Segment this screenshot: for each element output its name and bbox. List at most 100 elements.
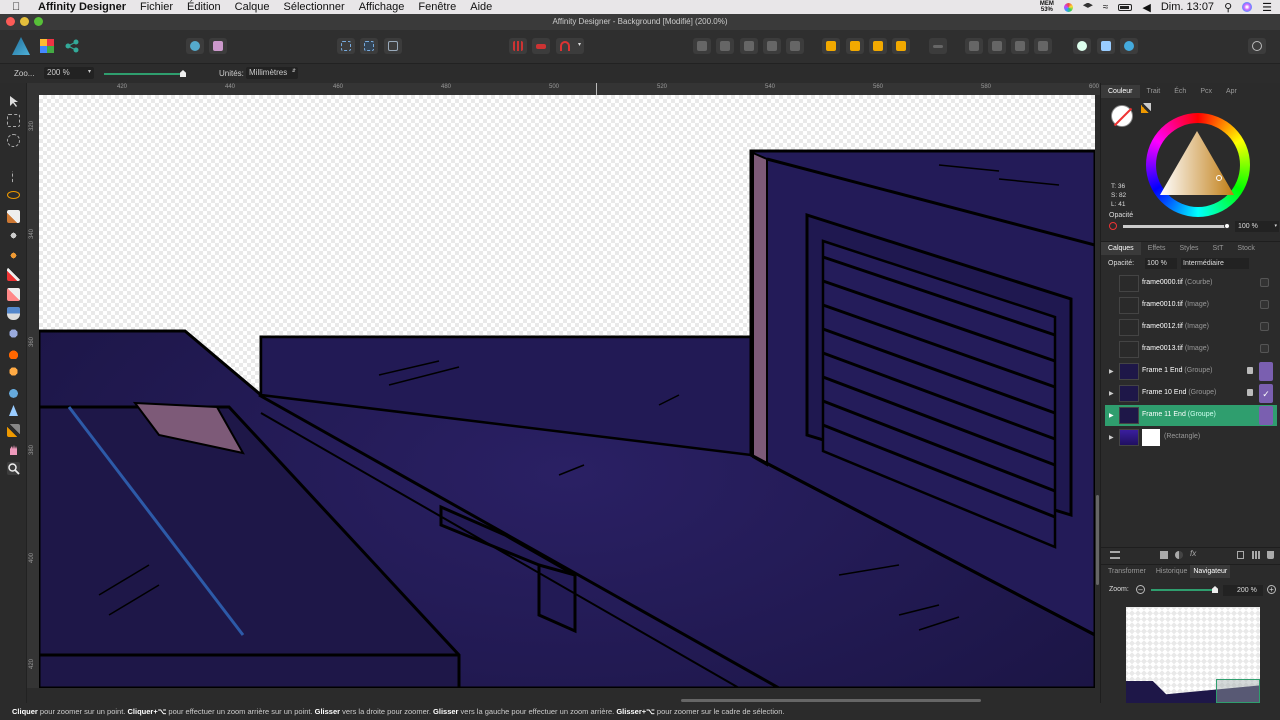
expand-arrow-icon[interactable]: ▶ xyxy=(1109,390,1114,397)
wifi-icon[interactable]: ≈ xyxy=(1103,2,1109,13)
align-right-icon[interactable] xyxy=(869,38,887,54)
battery-icon[interactable] xyxy=(1118,3,1133,11)
boolean-add-icon[interactable] xyxy=(1073,38,1091,54)
fx-icon[interactable]: fx xyxy=(1190,549,1196,558)
fill-stroke-swatch[interactable] xyxy=(1111,105,1133,127)
eraser-tool-icon[interactable] xyxy=(7,288,20,301)
tab-stt[interactable]: StT xyxy=(1206,242,1231,255)
units-select[interactable]: Millimètres ⇵ xyxy=(246,67,298,79)
arrange-backward-icon[interactable] xyxy=(716,38,734,54)
distribute-icon[interactable] xyxy=(929,38,947,54)
tab-effets[interactable]: Effets xyxy=(1141,242,1173,255)
tab-transformer[interactable]: Transformer xyxy=(1101,565,1153,578)
color-wheel[interactable] xyxy=(1146,113,1250,217)
align-center-icon[interactable] xyxy=(846,38,864,54)
horizontal-scrollbar[interactable] xyxy=(39,688,1100,703)
mask-icon[interactable] xyxy=(1160,551,1168,559)
layer-row[interactable]: ▶ Frame 10 End (Groupe) ✓ xyxy=(1105,383,1277,404)
rotate-left-icon[interactable] xyxy=(1011,38,1029,54)
colorsync-icon[interactable] xyxy=(1063,2,1073,12)
tab-pcx[interactable]: Pcx xyxy=(1193,85,1219,98)
expand-arrow-icon[interactable]: ▶ xyxy=(1109,368,1114,375)
lock-icon[interactable] xyxy=(1247,367,1253,374)
new-layer-icon[interactable] xyxy=(1237,551,1244,559)
tab-historique[interactable]: Historique xyxy=(1153,565,1191,578)
boolean-subtract-icon[interactable] xyxy=(1097,38,1115,54)
tab-styles[interactable]: Styles xyxy=(1172,242,1205,255)
node-tool-icon[interactable] xyxy=(7,114,20,127)
vertical-scroll-thumb[interactable] xyxy=(1096,495,1099,585)
layer-row[interactable]: frame0012.tif (Image) xyxy=(1105,317,1277,338)
tab-couleur[interactable]: Couleur xyxy=(1101,85,1140,98)
transform-tool-icon[interactable] xyxy=(7,249,20,262)
menu-edition[interactable]: Édition xyxy=(187,1,221,13)
magnet-snapping-icon[interactable]: ▾ xyxy=(556,38,584,54)
snapping-grid-icon[interactable] xyxy=(509,38,527,54)
layer-row[interactable]: ▶ (Rectangle) xyxy=(1105,427,1277,448)
tab-navigateur[interactable]: Navigateur xyxy=(1190,564,1231,578)
menu-aide[interactable]: Aide xyxy=(470,1,492,13)
tab-trait[interactable]: Trait xyxy=(1140,85,1168,98)
color-picker-icon[interactable] xyxy=(7,424,20,437)
flip-vertical-icon[interactable] xyxy=(988,38,1006,54)
export-persona-icon[interactable] xyxy=(65,39,79,53)
tab-calques[interactable]: Calques xyxy=(1101,241,1141,255)
sharpen-tool-icon[interactable] xyxy=(7,404,20,417)
close-window-button[interactable] xyxy=(6,17,15,26)
zoom-slider-thumb[interactable] xyxy=(180,70,186,77)
blur-tool-icon[interactable] xyxy=(7,385,20,398)
menu-calque[interactable]: Calque xyxy=(235,1,270,13)
clone-tool-icon[interactable] xyxy=(7,327,20,340)
zoom-window-button[interactable] xyxy=(34,17,43,26)
boolean-intersect-icon[interactable] xyxy=(1120,38,1138,54)
navigator-preview[interactable] xyxy=(1126,607,1260,703)
burn-tool-icon[interactable] xyxy=(7,346,20,359)
mem-status[interactable]: MEM 53% xyxy=(1040,1,1054,13)
arrange-forward-icon[interactable] xyxy=(740,38,758,54)
fill-tool-icon[interactable] xyxy=(7,307,20,320)
zoom-slider[interactable] xyxy=(104,70,186,77)
zoom-out-icon[interactable]: – xyxy=(1136,585,1145,594)
app-menu[interactable]: Affinity Designer xyxy=(38,1,126,13)
expand-arrow-icon[interactable]: ▶ xyxy=(1109,412,1114,419)
sync-icon[interactable] xyxy=(209,38,227,54)
layer-row[interactable]: ▶ Frame 1 End (Groupe) xyxy=(1105,361,1277,382)
arrange-front-icon[interactable] xyxy=(763,38,781,54)
opacity-slider[interactable] xyxy=(1123,223,1230,229)
dodge-tool-icon[interactable] xyxy=(7,365,20,378)
tab-apr[interactable]: Apr xyxy=(1219,85,1244,98)
menu-affichage[interactable]: Affichage xyxy=(359,1,405,13)
opacity-slider-thumb[interactable] xyxy=(1224,223,1230,229)
layer-row[interactable]: frame0013.tif (Image) xyxy=(1105,339,1277,360)
arrange-top-icon[interactable] xyxy=(786,38,804,54)
ellipse-marquee-icon[interactable] xyxy=(7,134,20,147)
pixel-persona-icon[interactable] xyxy=(40,39,54,53)
horizontal-ruler[interactable]: 420 440 460 480 500 520 540 560 580 600 xyxy=(27,83,1100,95)
arrange-back-icon[interactable] xyxy=(693,38,711,54)
menu-fenetre[interactable]: Fenêtre xyxy=(418,1,456,13)
flip-horizontal-icon[interactable] xyxy=(965,38,983,54)
siri-icon[interactable] xyxy=(1242,2,1253,12)
select-grid-icon[interactable] xyxy=(337,38,355,54)
column-marquee-icon[interactable] xyxy=(12,171,14,184)
lasso-tool-icon[interactable] xyxy=(7,191,20,199)
layer-row[interactable]: frame0000.tif (Courbe) xyxy=(1105,273,1277,294)
view-tool-icon[interactable] xyxy=(7,443,20,456)
transform-box-icon[interactable] xyxy=(384,38,402,54)
layer-visibility-toggle[interactable] xyxy=(1260,278,1269,287)
nav-zoom-field[interactable]: 200 % xyxy=(1223,585,1263,596)
selection-brush-icon[interactable] xyxy=(7,210,20,223)
document-canvas[interactable] xyxy=(39,95,1095,688)
volume-icon[interactable]: ◀ xyxy=(1142,1,1150,14)
layer-visibility-toggle[interactable] xyxy=(1260,344,1269,353)
rotate-right-icon[interactable] xyxy=(1034,38,1052,54)
group-icon[interactable] xyxy=(1252,551,1260,559)
lock-icon[interactable] xyxy=(1247,389,1253,396)
user-account-icon[interactable] xyxy=(1248,38,1266,54)
assistant-icon[interactable] xyxy=(186,38,204,54)
delete-layer-icon[interactable] xyxy=(1267,551,1274,559)
layer-visibility-toggle[interactable] xyxy=(1259,362,1273,381)
zoom-in-icon[interactable]: + xyxy=(1267,585,1276,594)
no-color-icon[interactable] xyxy=(1109,222,1117,230)
snapping-icon[interactable] xyxy=(532,38,550,54)
